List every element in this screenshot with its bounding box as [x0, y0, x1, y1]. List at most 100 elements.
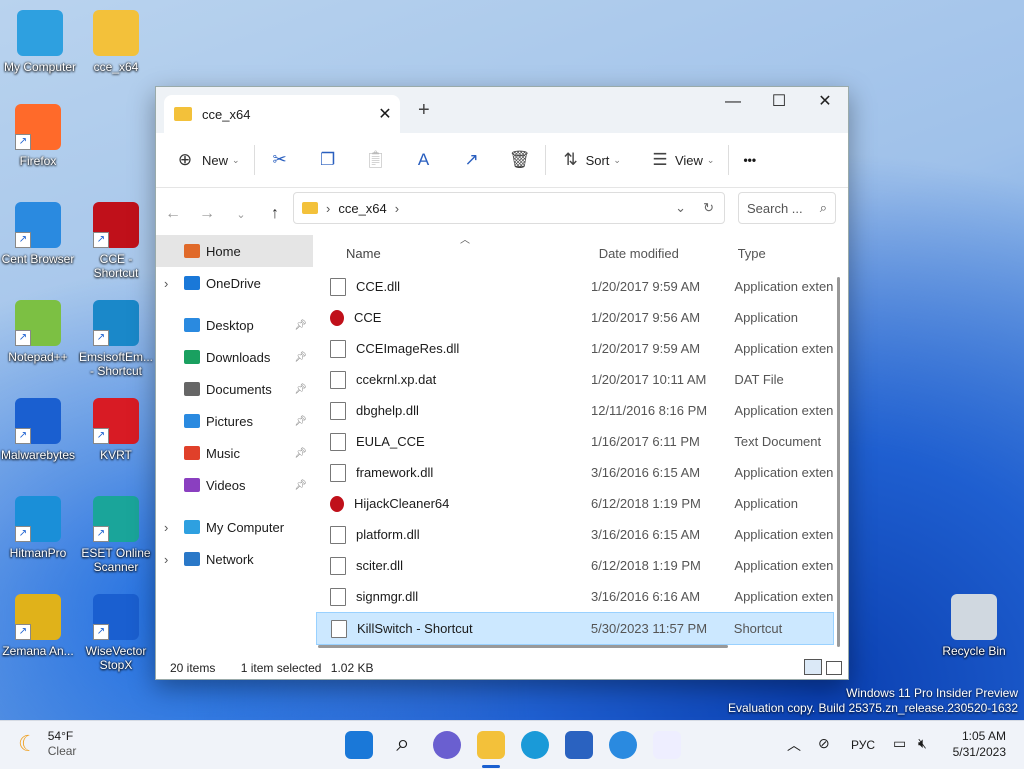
sidebar-item-documents[interactable]: Documents 📌︎ — [156, 373, 313, 405]
start-icon[interactable] — [345, 731, 373, 759]
pin-icon[interactable]: 📌︎ — [294, 320, 307, 331]
back-icon[interactable]: ← — [156, 205, 190, 223]
desktop-icon-4[interactable]: ↗ CCE - Shortcut — [78, 202, 154, 280]
tab-cce-x64[interactable]: cce_x64 ✕ — [164, 95, 400, 133]
recent-locations-icon[interactable]: ⌄ — [224, 208, 258, 221]
view-button[interactable]: ☰ View ⌄ — [649, 149, 714, 171]
close-button[interactable]: ✕ — [802, 87, 848, 119]
show-hidden-icons[interactable]: ︿ — [787, 735, 801, 755]
file-type: Application — [734, 310, 799, 325]
file-explorer-icon[interactable] — [477, 731, 505, 759]
volume-muted-icon[interactable]: 🔇︎ — [918, 735, 927, 752]
table-row[interactable]: ccekrnl.xp.dat 1/20/2017 10:11 AM DAT File — [316, 364, 834, 395]
desktop-icon-0[interactable]: My Computer — [2, 10, 78, 74]
sidebar-item-desktop[interactable]: Desktop 📌︎ — [156, 309, 313, 341]
desktop-icon-5[interactable]: ↗ Notepad++ — [0, 300, 76, 364]
forward-icon[interactable]: → — [190, 205, 224, 223]
pin-icon[interactable]: 📌︎ — [294, 448, 307, 459]
horizontal-scrollbar[interactable] — [318, 645, 728, 648]
sidebar-item-videos[interactable]: Videos 📌︎ — [156, 469, 313, 501]
file-name: sciter.dll — [356, 558, 403, 573]
file-icon — [330, 370, 346, 389]
table-row[interactable]: HijackCleaner64 6/12/2018 1:19 PM Applicat… — [316, 488, 834, 519]
display-icon[interactable]: ▭ — [893, 735, 906, 752]
new-button[interactable]: ⊕ New ⌄ — [174, 149, 240, 171]
network-icon[interactable]: ⊘ — [818, 735, 830, 752]
pin-icon[interactable]: 📌︎ — [294, 480, 307, 491]
edge-icon[interactable] — [521, 731, 549, 759]
desktop-icon-1[interactable]: cce_x64 — [78, 10, 154, 74]
table-row[interactable]: CCE 1/20/2017 9:56 AM Application — [316, 302, 834, 333]
search-input[interactable]: Search ... — [747, 201, 820, 216]
sidebar-item-onedrive[interactable]: › OneDrive — [156, 267, 313, 299]
more-options-button[interactable]: ••• — [743, 153, 756, 167]
expand-chevron-icon[interactable]: › — [164, 552, 184, 567]
rename-icon[interactable]: A — [413, 149, 435, 171]
search-icon[interactable]: ⌕ — [389, 731, 417, 759]
desktop-icon-8[interactable]: ↗ KVRT — [78, 398, 154, 462]
cut-icon[interactable]: ✂ — [269, 149, 291, 171]
desktop-icon-6[interactable]: ↗ EmsisoftEm... - Shortcut — [78, 300, 154, 378]
desktop-icon-13[interactable]: Recycle Bin — [936, 594, 1012, 658]
sidebar-item-network[interactable]: › Network — [156, 543, 313, 575]
column-date-modified[interactable]: Date modified — [599, 246, 738, 261]
up-icon[interactable]: ↑ — [258, 205, 292, 223]
table-row[interactable]: EULA_CCE 1/16/2017 6:11 PM Text Document — [316, 426, 834, 457]
file-date: 3/16/2016 6:15 AM — [590, 465, 701, 480]
tiles-view-button[interactable] — [826, 661, 842, 675]
sidebar-item-pictures[interactable]: Pictures 📌︎ — [156, 405, 313, 437]
clock[interactable]: 1:05 AM 5/31/2023 — [948, 728, 1006, 760]
delete-icon[interactable]: 🗑︎ — [509, 149, 531, 171]
table-row[interactable]: dbghelp.dll 12/11/2016 8:16 PM Application… — [316, 395, 834, 426]
table-row[interactable]: signmgr.dll 3/16/2016 6:16 AM Application … — [316, 581, 834, 612]
sidebar-item-home[interactable]: Home — [156, 235, 313, 267]
wisevector-icon[interactable] — [653, 731, 681, 759]
sidebar-item-downloads[interactable]: Downloads 📌︎ — [156, 341, 313, 373]
shortcut-arrow-icon: ↗ — [93, 624, 109, 640]
minimize-button[interactable]: — — [710, 87, 756, 119]
store-icon[interactable] — [565, 731, 593, 759]
close-tab-icon[interactable]: ✕ — [370, 104, 400, 124]
address-dropdown-icon[interactable]: ⌄ — [675, 200, 686, 216]
desktop-icon-12[interactable]: ↗ WiseVector StopX — [78, 594, 154, 672]
table-row[interactable]: KillSwitch - Shortcut 5/30/2023 11:57 PM S… — [316, 612, 834, 645]
sort-button[interactable]: ⇅ Sort ⌄ — [560, 149, 621, 171]
table-row[interactable]: sciter.dll 6/12/2018 1:19 PM Application e… — [316, 550, 834, 581]
app-icon: ↗ — [15, 104, 61, 150]
language-indicator[interactable]: РУС — [851, 738, 875, 752]
pin-icon[interactable]: 📌︎ — [294, 416, 307, 427]
new-tab-button[interactable]: + — [418, 99, 430, 122]
desktop-icon-7[interactable]: ↗ Malwarebytes — [0, 398, 76, 462]
expand-chevron-icon[interactable]: › — [164, 276, 184, 291]
sidebar-item-my-computer[interactable]: › My Computer — [156, 511, 313, 543]
desktop-icon-10[interactable]: ↗ ESET Online Scanner — [78, 496, 154, 574]
details-view-button[interactable] — [804, 659, 822, 675]
search-box[interactable]: Search ... ⌕ — [738, 192, 836, 224]
column-name[interactable]: Name — [316, 246, 599, 261]
pin-icon[interactable]: 📌︎ — [294, 384, 307, 395]
expand-chevron-icon[interactable]: › — [164, 520, 184, 535]
table-row[interactable]: CCEImageRes.dll 1/20/2017 9:59 AM Applicat… — [316, 333, 834, 364]
desktop-icon-9[interactable]: ↗ HitmanPro — [0, 496, 76, 560]
table-row[interactable]: CCE.dll 1/20/2017 9:59 AM Application exte… — [316, 271, 834, 302]
paste-icon[interactable]: 📋︎ — [365, 149, 387, 171]
desktop-icon-2[interactable]: ↗ Firefox — [0, 104, 76, 168]
copy-icon[interactable]: ❐ — [317, 149, 339, 171]
weather-widget[interactable]: ☾ 54°F Clear — [18, 729, 76, 759]
desktop-icon-3[interactable]: ↗ Cent Browser — [0, 202, 76, 266]
address-bar[interactable]: › cce_x64 › ⌄ ↻ — [293, 192, 725, 224]
refresh-icon[interactable]: ↻ — [703, 200, 714, 216]
vertical-scrollbar[interactable] — [837, 277, 840, 647]
share-icon[interactable]: ↗ — [461, 149, 483, 171]
desktop-icon-11[interactable]: ↗ Zemana An... — [0, 594, 76, 658]
address-path[interactable]: cce_x64 — [338, 201, 386, 216]
maximize-button[interactable]: ☐ — [756, 87, 802, 119]
chat-icon[interactable] — [433, 731, 461, 759]
table-row[interactable]: platform.dll 3/16/2016 6:15 AM Application… — [316, 519, 834, 550]
sidebar-item-music[interactable]: Music 📌︎ — [156, 437, 313, 469]
pin-icon[interactable]: 📌︎ — [294, 352, 307, 363]
table-row[interactable]: framework.dll 3/16/2016 6:15 AM Applicatio… — [316, 457, 834, 488]
column-type[interactable]: Type — [738, 246, 834, 261]
cent-browser-icon[interactable] — [609, 731, 637, 759]
